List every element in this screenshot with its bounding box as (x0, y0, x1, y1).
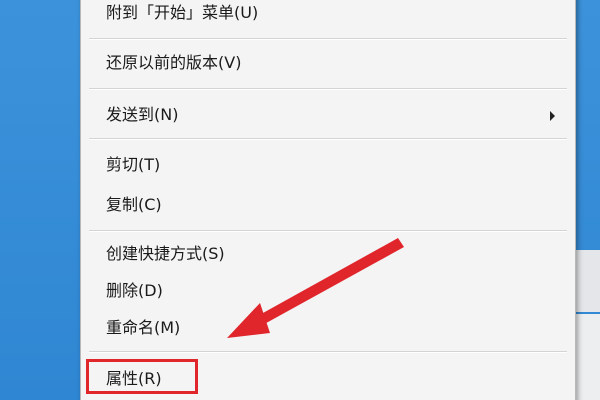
menu-item-cut[interactable]: 剪切(T) (81, 150, 575, 180)
menu-item-rename[interactable]: 重命名(M) (81, 313, 575, 343)
menu-separator (89, 351, 567, 353)
submenu-arrow-icon (550, 111, 555, 121)
context-menu: 附到「开始」菜单(U) 还原以前的版本(V) 发送到(N) 剪切(T) 复制(C… (80, 0, 576, 400)
menu-item-send-to[interactable]: 发送到(N) (81, 100, 575, 130)
menu-separator (89, 138, 567, 140)
menu-item-copy[interactable]: 复制(C) (81, 190, 575, 220)
menu-item-create-shortcut[interactable]: 创建快捷方式(S) (81, 239, 575, 269)
menu-item-pin-to-start[interactable]: 附到「开始」菜单(U) (81, 0, 575, 28)
menu-item-delete[interactable]: 删除(D) (81, 276, 575, 306)
properties-highlight-box (86, 359, 198, 394)
menu-separator (89, 38, 567, 40)
menu-separator (89, 230, 567, 232)
menu-separator (89, 88, 567, 90)
menu-item-send-to-label: 发送到(N) (106, 105, 179, 124)
menu-item-restore-previous-versions[interactable]: 还原以前的版本(V) (81, 48, 575, 78)
